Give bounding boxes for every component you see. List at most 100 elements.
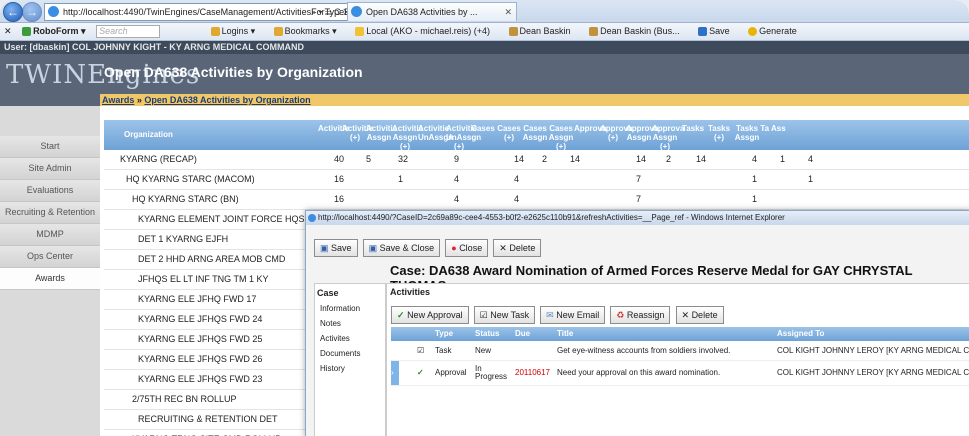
- table-row[interactable]: KYARNG (RECAP) 40 5 32 9 14 2 14 14 2 14 4 1 4: [104, 150, 969, 170]
- reassign-button[interactable]: ♻ Reassign: [610, 306, 671, 324]
- count-cell[interactable]: 4: [752, 150, 757, 169]
- count-cell[interactable]: 4: [514, 190, 519, 209]
- address-tools[interactable]: ⌕ ▾ ☰ C ✕: [311, 4, 350, 20]
- count-cell[interactable]: 9: [454, 150, 459, 169]
- count-cell[interactable]: 5: [366, 150, 371, 169]
- count-cell[interactable]: 40: [334, 150, 344, 169]
- org-name[interactable]: 2/75TH REC BN ROLLUP: [132, 390, 237, 409]
- count-cell[interactable]: 14: [514, 150, 524, 169]
- count-cell[interactable]: 14: [696, 150, 706, 169]
- count-cell[interactable]: 4: [454, 190, 459, 209]
- sidebar-item-mdmp[interactable]: MDMP: [0, 224, 100, 246]
- close-button[interactable]: ● Close: [445, 239, 489, 257]
- col-status[interactable]: Status: [475, 327, 499, 341]
- col-due[interactable]: Due: [515, 327, 530, 341]
- grid-column-header[interactable]: Cases: [470, 124, 496, 133]
- sidebar-item-ops-center[interactable]: Ops Center: [0, 246, 100, 268]
- case-nav-activities[interactable]: Activites: [315, 332, 385, 347]
- grid-column-header[interactable]: Approva Assgn (+): [652, 124, 684, 151]
- count-cell[interactable]: 7: [636, 170, 641, 189]
- grid-column-header[interactable]: Tasks: [680, 124, 706, 133]
- count-cell[interactable]: 4: [808, 150, 813, 169]
- grid-column-header[interactable]: Activitie UnAssgn (+): [446, 124, 481, 151]
- count-cell[interactable]: 1: [752, 170, 757, 189]
- grid-column-header[interactable]: Activitie (+): [342, 124, 373, 142]
- grid-column-header[interactable]: Tasks (+): [706, 124, 732, 142]
- activity-row[interactable]: › ✓ Approval In Progress 20110617 Need y…: [391, 361, 969, 386]
- org-name[interactable]: KYARNG ELE JFHQS FWD 24: [138, 310, 262, 329]
- new-email-button[interactable]: ✉ New Email: [540, 306, 606, 324]
- grid-column-header[interactable]: Cases (+): [496, 124, 522, 142]
- grid-column-header[interactable]: Activitie Assgn: [366, 124, 397, 142]
- grid-column-header[interactable]: Cases Assgn (+): [548, 124, 574, 151]
- sidebar-item-site-admin[interactable]: Site Admin: [0, 158, 100, 180]
- bookmark-dean-baskin-bus[interactable]: Dean Baskin (Bus...: [589, 26, 688, 37]
- org-name[interactable]: DET 1 KYARNG EJFH: [138, 230, 228, 249]
- forward-icon[interactable]: →: [22, 2, 42, 22]
- sidebar-item-awards[interactable]: Awards: [0, 268, 100, 290]
- bookmark-dean-baskin[interactable]: Dean Baskin: [508, 26, 579, 37]
- count-cell[interactable]: 1: [808, 170, 813, 189]
- count-cell[interactable]: 16: [334, 190, 344, 209]
- org-name[interactable]: KYARNG ELE JFHQ FWD 17: [138, 290, 256, 309]
- org-name[interactable]: HQ KYARNG STARC (BN): [132, 190, 239, 209]
- case-nav-history[interactable]: History: [315, 362, 385, 377]
- grid-column-header[interactable]: Approva Assgn: [626, 124, 658, 142]
- address-bar[interactable]: http://localhost:4490/TwinEngines/CaseMa…: [44, 3, 354, 21]
- new-approval-button[interactable]: ✓ New Approval: [391, 306, 469, 324]
- count-cell[interactable]: 4: [454, 170, 459, 189]
- bookmark-local[interactable]: Local (AKO - michael.reis) (+4): [355, 26, 498, 37]
- count-cell[interactable]: 1: [398, 170, 403, 189]
- grid-column-header[interactable]: Ta Ass: [760, 124, 786, 133]
- activity-row[interactable]: ☑ Task New Get eye-witness accounts from…: [391, 342, 969, 361]
- close-bar-icon[interactable]: ✕: [4, 26, 12, 36]
- org-name[interactable]: KYARNG (RECAP): [120, 150, 197, 169]
- count-cell[interactable]: 7: [636, 190, 641, 209]
- sidebar-item-recruiting[interactable]: Recruiting & Retention: [0, 202, 100, 224]
- grid-column-header[interactable]: Organization: [124, 130, 244, 139]
- sidebar-item-start[interactable]: Start: [0, 136, 100, 158]
- org-name[interactable]: KYARNG ELEMENT JOINT FORCE HQS: [138, 210, 305, 229]
- org-name[interactable]: KYARNG ELE JFHQS FWD 26: [138, 350, 262, 369]
- org-name[interactable]: HQ KYARNG STARC (MACOM): [126, 170, 255, 189]
- org-name[interactable]: KYARNG ELE JFHQS FWD 23: [138, 370, 262, 389]
- count-cell[interactable]: 2: [542, 150, 547, 169]
- org-name[interactable]: KYARNG ELE JFHQS FWD 25: [138, 330, 262, 349]
- count-cell[interactable]: 16: [334, 170, 344, 189]
- col-assigned-to[interactable]: Assigned To: [777, 327, 824, 341]
- save-bookmark[interactable]: Save: [698, 26, 738, 37]
- grid-column-header[interactable]: Approva (+): [600, 124, 632, 142]
- case-nav-notes[interactable]: Notes: [315, 317, 385, 332]
- col-title[interactable]: Title: [557, 327, 573, 341]
- count-cell[interactable]: 4: [514, 170, 519, 189]
- grid-column-header[interactable]: Cases Assgn: [522, 124, 548, 142]
- search-input[interactable]: Search: [96, 25, 161, 39]
- save-button[interactable]: ▣ Save: [314, 239, 358, 257]
- logins-menu[interactable]: Logins ▾: [210, 26, 264, 37]
- back-icon[interactable]: ←: [3, 2, 23, 22]
- save-close-button[interactable]: ▣ Save & Close: [362, 239, 441, 257]
- breadcrumb-current[interactable]: Open DA638 Activities by Organization: [144, 95, 310, 105]
- grid-column-header[interactable]: Approva: [574, 124, 606, 133]
- table-row[interactable]: HQ KYARNG STARC (MACOM) 16 1 4 4 7 1 1: [104, 170, 969, 190]
- generate-bookmark[interactable]: Generate: [748, 26, 805, 37]
- org-name[interactable]: JFHQS EL LT INF TNG TM 1 KY: [138, 270, 269, 289]
- case-nav-documents[interactable]: Documents: [315, 347, 385, 362]
- browser-tab[interactable]: Open DA638 Activities by ... ✕: [347, 2, 517, 21]
- sidebar-item-evaluations[interactable]: Evaluations: [0, 180, 100, 202]
- org-name[interactable]: KYARNG TRNG SITE CMD ROLLUP: [132, 430, 281, 436]
- count-cell[interactable]: 1: [780, 150, 785, 169]
- case-nav-information[interactable]: Information: [315, 302, 385, 317]
- count-cell[interactable]: 1: [752, 190, 757, 209]
- delete-activity-button[interactable]: ✕ Delete: [675, 306, 724, 324]
- col-type[interactable]: Type: [435, 327, 453, 341]
- grid-column-header[interactable]: Activitie UnAssgn: [418, 124, 453, 142]
- org-name[interactable]: DET 2 HHD ARNG AREA MOB CMD: [138, 250, 285, 269]
- bookmarks-menu[interactable]: Bookmarks ▾: [273, 26, 345, 37]
- count-cell[interactable]: 2: [666, 150, 671, 169]
- org-name[interactable]: RECRUITING & RETENTION DET: [138, 410, 278, 429]
- breadcrumb-awards[interactable]: Awards: [102, 95, 134, 105]
- count-cell[interactable]: 14: [570, 150, 580, 169]
- grid-column-header[interactable]: Activitie: [318, 124, 349, 133]
- delete-button[interactable]: ✕ Delete: [493, 239, 542, 257]
